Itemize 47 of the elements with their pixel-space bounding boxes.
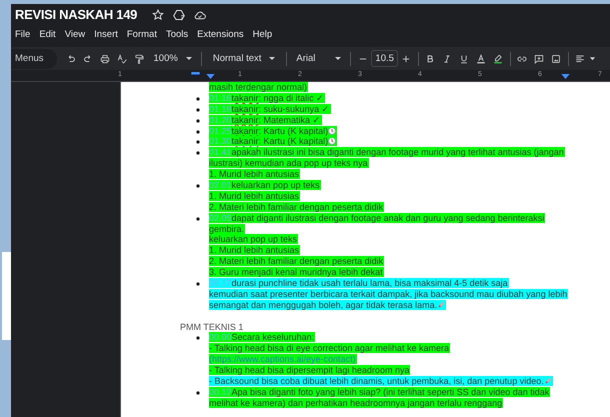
menu-item[interactable]: Format xyxy=(126,28,157,40)
menus-button[interactable]: Menus xyxy=(11,48,57,68)
highlighted-text: - Backsound bisa coba dibuat lebih dinamis, untuk pembuka, isi, dan penutup video. xyxy=(209,376,553,386)
highlighted-text: 2. Materi lebih familiar dengan peserta didik xyxy=(209,202,384,212)
highlighted-text: 2. Materi lebih familiar dengan peserta didik xyxy=(209,256,384,266)
misspelled-word[interactable]: takanir xyxy=(232,104,259,114)
misspelled-word[interactable]: takanir xyxy=(232,126,259,136)
misspelled-word[interactable]: takanir xyxy=(232,114,259,125)
highlighted-text: 00.12Apa bisa diganti foto yang lebih siap? (ini terlihat seperti SS dan video dan tidak xyxy=(209,386,550,397)
highlighted-text: 01.18takanir: suku-sukunya ✓ xyxy=(209,104,331,114)
highlighted-text: 01.25takanir: Kartu (K kapital) xyxy=(209,126,338,136)
section-heading: PMM TEKNIS 1 xyxy=(180,322,244,332)
highlighted-text: kemudian saat presenter berbicara terkait dampak, jika backsound mau diubah yang lebih xyxy=(209,288,568,299)
highlighted-text: 01.41apakah ilustrasi ini bisa diganti dengan footage murid yang terlihat antusias (jangan xyxy=(209,147,565,158)
menu-item[interactable]: Help xyxy=(252,28,272,40)
highlighted-text: ilustrasi) kemudian ada pop up teks nya xyxy=(209,158,369,168)
font-dropdown[interactable]: Arial xyxy=(290,53,348,64)
style-dropdown[interactable]: Normal text xyxy=(204,53,284,64)
highlighted-text: - Talking head bisa dipersempit lagi headroom nya xyxy=(209,365,410,376)
highlighted-text: - Talking head bisa di eye correction agar melihat ke kamera xyxy=(209,343,450,354)
highlighted-text: 00.00Secara keseluruhan: xyxy=(209,332,316,342)
menu-item[interactable]: Insert xyxy=(94,28,118,40)
menu-item[interactable]: Tools xyxy=(166,28,188,40)
highlighted-text: 02.01keluarkan pop up teks xyxy=(209,180,321,190)
misspelled-word[interactable]: takanir xyxy=(232,136,259,146)
highlighted-text: 1. Murid lebih antusias xyxy=(209,190,300,201)
highlighted-text: masih terdengar normal) xyxy=(209,82,308,92)
highlighted-text: 1. Murid lebih antusias xyxy=(209,245,300,256)
highlighted-text: 1. Murid lebih antusias xyxy=(209,169,300,180)
highlighted-text: semangat dan menggugah boleh, agar tidak terasa lama. xyxy=(209,300,446,310)
highlighted-text: 01.16takanir: ngga di italic ✓ xyxy=(209,92,326,103)
font-size-field[interactable]: 10.5 xyxy=(371,50,398,67)
menu-item[interactable]: File xyxy=(15,28,30,40)
highlighted-text: keluarkan pop up teks xyxy=(209,234,298,244)
highlighted-text: 3. Guru menjadi kenal muridnya lebih dekat xyxy=(209,267,384,278)
menu-item[interactable]: Extensions xyxy=(197,28,244,40)
highlighted-text: 09.17durasi punchline tidak usah terlalu lama, bisa maksimal 4-5 detik saja xyxy=(209,278,509,288)
menu-item[interactable]: Edit xyxy=(39,28,56,40)
highlighted-text: 01.20takanir: Matematika ✓ xyxy=(209,114,322,125)
zoom-dropdown[interactable]: 100% xyxy=(148,53,198,64)
highlighted-text: gembira. xyxy=(209,224,246,234)
document-title[interactable]: REVISI NASKAH 149 xyxy=(15,7,138,22)
misspelled-word[interactable]: takanir xyxy=(232,92,259,103)
highlighted-text: 02.05dapat diganti ilustrasi dengan footage anak dan guru yang sedang berinteraksi xyxy=(209,212,546,223)
highlighted-text: 01.30takanir: Kartu (K kapital) xyxy=(209,136,338,146)
menu-item[interactable]: View xyxy=(64,28,86,40)
highlighted-text: melihat ke kamera) dan perhatikan headroomnya jangan terlalu renggang xyxy=(209,398,504,408)
